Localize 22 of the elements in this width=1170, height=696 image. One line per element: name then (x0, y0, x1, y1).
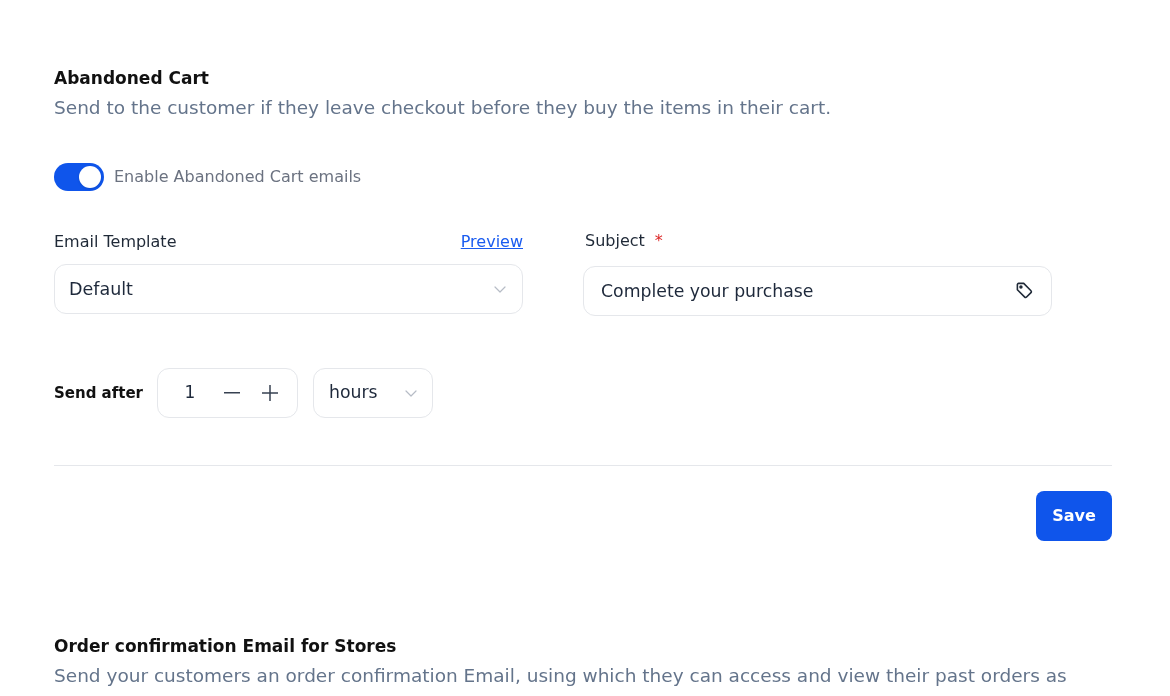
toggle-switch[interactable] (54, 163, 104, 191)
field-label: Send after (54, 383, 143, 404)
chevron-down-icon (494, 285, 506, 293)
number-stepper[interactable]: 1 (157, 368, 298, 418)
chevron-down-icon (405, 389, 417, 397)
section-description: Send to the customer if they leave checkout before they buy the items in their cart. (54, 96, 833, 120)
template-dropdown[interactable]: Default (54, 264, 523, 314)
tag-icon (1015, 281, 1034, 300)
section-title: Abandoned Cart (54, 67, 210, 90)
toggle-label: Enable Abandoned Cart emails (114, 166, 362, 188)
preview-link[interactable]: Preview (460, 230, 523, 254)
field-label: Email Template (54, 231, 177, 253)
minus-icon (224, 392, 240, 394)
number-input[interactable]: 1 (175, 380, 205, 406)
unit-dropdown[interactable]: hours (313, 368, 433, 418)
section-title: Order confirmation Email for Stores (54, 635, 398, 658)
section-description: Send your customers an order confirmation Email, using which they can access and view their past orders as (54, 664, 1068, 688)
plus-icon (262, 385, 278, 401)
save-button[interactable]: Save (1036, 491, 1112, 541)
subject-input[interactable]: Complete your purchase (583, 266, 1052, 316)
field-label: Subject (585, 230, 645, 252)
required-mark: * (654, 230, 663, 252)
